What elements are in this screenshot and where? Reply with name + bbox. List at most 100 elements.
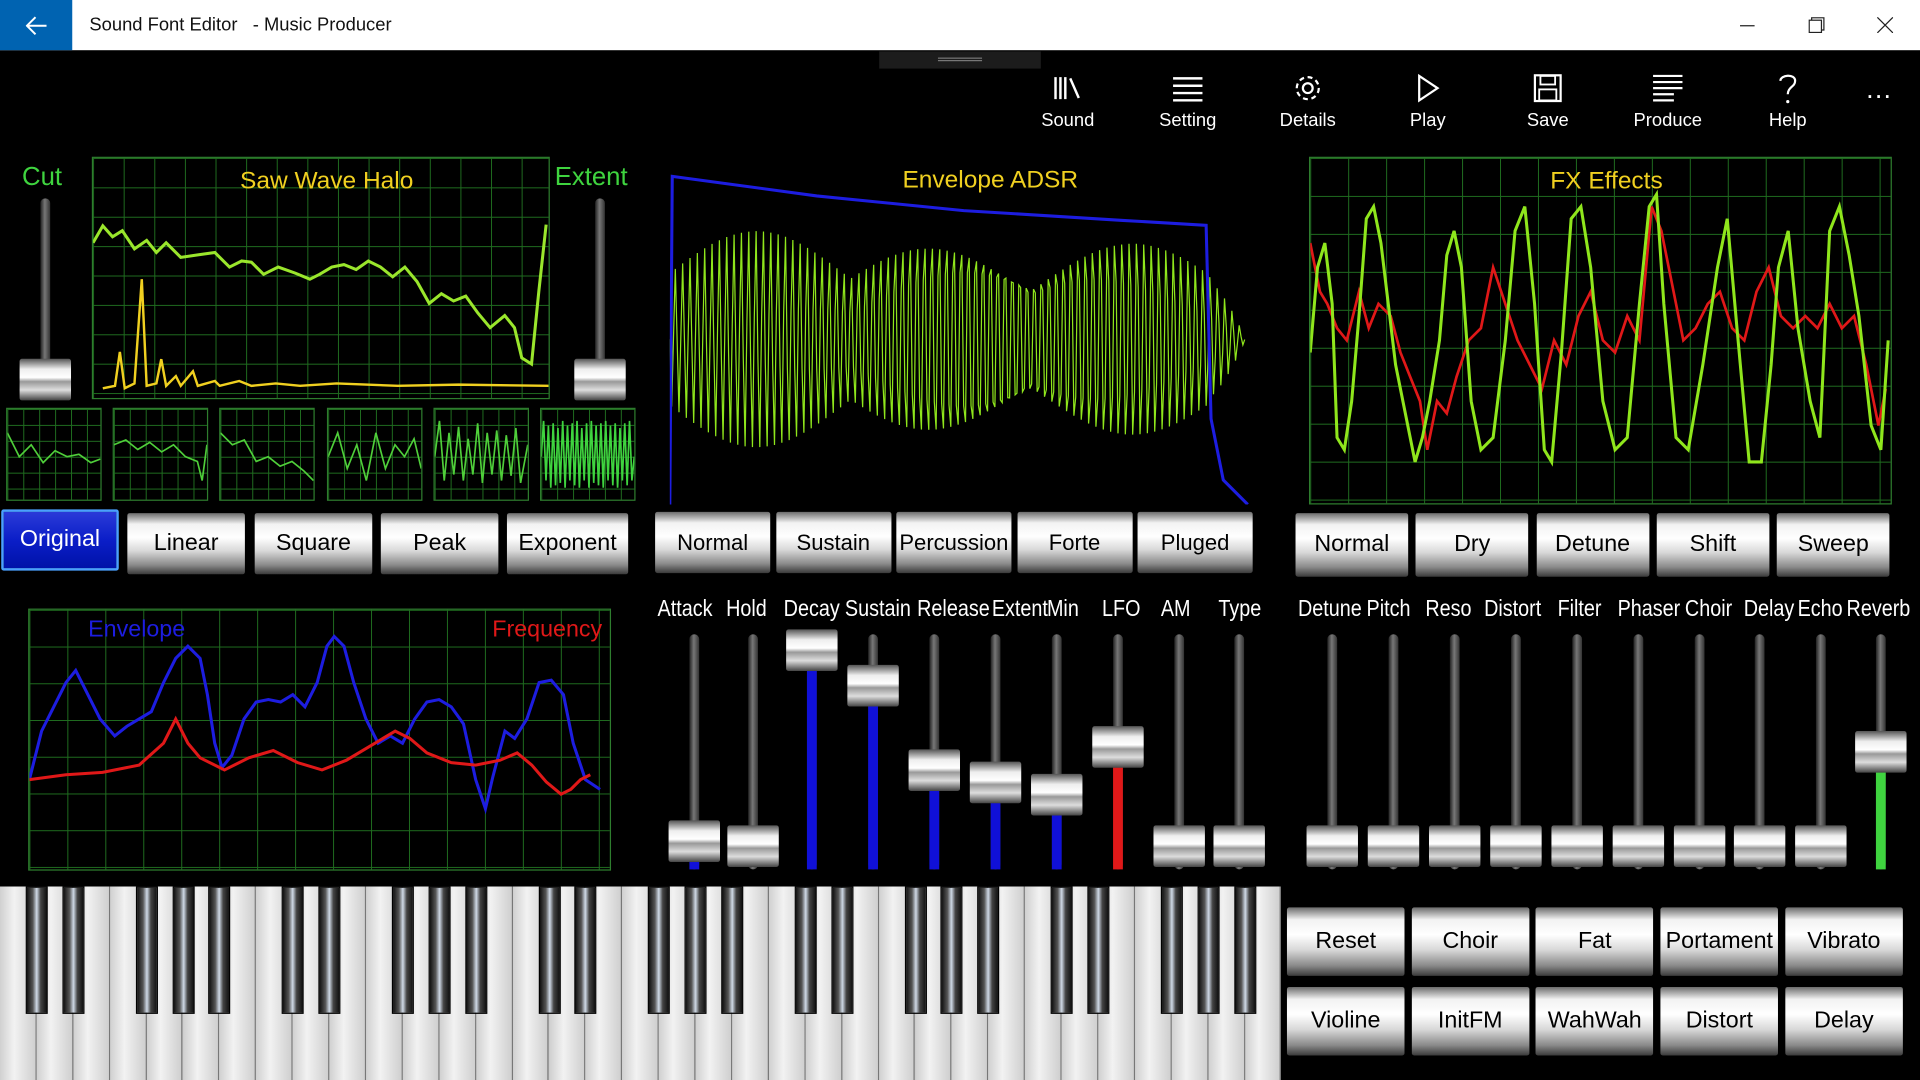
piano-black-key[interactable] — [318, 886, 341, 1014]
fx-slider-echo-thumb[interactable] — [1795, 825, 1847, 867]
piano-black-key[interactable] — [721, 886, 744, 1014]
preset-reset-button[interactable]: Reset — [1286, 907, 1405, 976]
wave-exponent-button[interactable]: Exponent — [506, 513, 629, 575]
piano-black-key[interactable] — [794, 886, 817, 1014]
adsr-slider-sustain-thumb[interactable] — [847, 665, 899, 707]
fx-slider-filter-thumb[interactable] — [1551, 825, 1603, 867]
more-options-button[interactable]: ... — [1866, 73, 1892, 105]
saw-wave-halo-title: Saw Wave Halo — [240, 167, 414, 195]
fx-mode-detune-button[interactable]: Detune — [1536, 513, 1649, 577]
wave-peak-button[interactable]: Peak — [380, 513, 499, 575]
toolbar-details-button[interactable]: Details — [1253, 69, 1363, 145]
adsr-mode-sustain-button[interactable]: Sustain — [775, 511, 891, 574]
envelope-adsr-scope: Envelope ADSR — [669, 167, 1253, 505]
extent-slider-thumb[interactable] — [574, 358, 626, 400]
fx-slider-choir-thumb[interactable] — [1673, 825, 1726, 867]
fx-slider-detune-thumb[interactable] — [1306, 825, 1358, 867]
waveform-thumbnail[interactable] — [219, 407, 316, 501]
toolbar-help-button[interactable]: Help — [1733, 69, 1843, 145]
restore-button[interactable] — [1782, 0, 1851, 50]
cut-slider-thumb[interactable] — [19, 358, 72, 400]
adsr-slider-extent-thumb[interactable] — [969, 761, 1022, 804]
arrow-left-icon — [25, 15, 46, 35]
piano-black-key[interactable] — [25, 886, 48, 1014]
fx-slider-pitch-thumb[interactable] — [1367, 825, 1420, 867]
piano-black-key[interactable] — [904, 886, 927, 1014]
piano-black-key[interactable] — [428, 886, 451, 1014]
piano-black-key[interactable] — [831, 886, 854, 1014]
piano-black-key[interactable] — [1233, 886, 1256, 1014]
toolbar-sound-button[interactable]: Sound — [1013, 69, 1123, 145]
preset-wahwah-button[interactable]: WahWah — [1536, 986, 1654, 1056]
piano-black-key[interactable] — [62, 886, 85, 1014]
preset-portament-button[interactable]: Portament — [1660, 907, 1779, 976]
close-button[interactable] — [1850, 0, 1919, 50]
preset-distort-button[interactable]: Distort — [1660, 986, 1779, 1056]
waveform-thumbnail[interactable] — [433, 407, 529, 501]
fx-mode-sweep-button[interactable]: Sweep — [1776, 513, 1890, 577]
wave-linear-button[interactable]: Linear — [127, 513, 245, 575]
toolbar-setting-button[interactable]: Setting — [1133, 69, 1243, 145]
adsr-slider-label-hold: Hold — [726, 596, 767, 623]
toolbar-play-button[interactable]: Play — [1373, 69, 1483, 145]
preset-vibrato-button[interactable]: Vibrato — [1785, 907, 1903, 976]
adsr-mode-percussion-button[interactable]: Percussion — [896, 511, 1012, 574]
piano-black-key[interactable] — [464, 886, 487, 1014]
fx-slider-reverb-thumb[interactable] — [1855, 731, 1907, 773]
piano-black-key[interactable] — [1197, 886, 1220, 1014]
adsr-mode-pluged-button[interactable]: Pluged — [1137, 511, 1253, 574]
piano-black-key[interactable] — [1087, 886, 1110, 1014]
preset-violine-button[interactable]: Violine — [1286, 986, 1405, 1056]
adsr-slider-min-thumb[interactable] — [1031, 773, 1083, 815]
piano-black-key[interactable] — [684, 886, 707, 1014]
drag-handle[interactable] — [879, 51, 1041, 69]
piano-black-key[interactable] — [977, 886, 1000, 1014]
toolbar-save-button[interactable]: Save — [1493, 69, 1603, 145]
preset-delay-button[interactable]: Delay — [1785, 986, 1903, 1056]
wave-original-button[interactable]: Original — [1, 509, 119, 571]
adsr-slider-am-thumb[interactable] — [1153, 825, 1205, 867]
piano-keyboard[interactable] — [0, 886, 1282, 1080]
adsr-slider-decay-thumb[interactable] — [786, 629, 838, 672]
waveform-thumbnail[interactable] — [112, 407, 209, 501]
fx-slider-distort-thumb[interactable] — [1490, 825, 1542, 867]
piano-black-key[interactable] — [208, 886, 231, 1014]
adsr-mode-forte-button[interactable]: Forte — [1016, 511, 1133, 574]
piano-black-key[interactable] — [281, 886, 304, 1014]
piano-black-key[interactable] — [1160, 886, 1183, 1014]
waveform-thumbnail[interactable] — [6, 407, 102, 501]
piano-black-key[interactable] — [940, 886, 963, 1014]
piano-black-key[interactable] — [1050, 886, 1073, 1014]
toolbar-produce-button[interactable]: Produce — [1613, 69, 1723, 145]
adsr-slider-label-extent: Extent — [991, 596, 1048, 623]
piano-black-key[interactable] — [574, 886, 597, 1014]
preset-initfm-button[interactable]: InitFM — [1411, 986, 1530, 1056]
wave-square-button[interactable]: Square — [254, 513, 373, 575]
fx-mode-dry-button[interactable]: Dry — [1415, 513, 1529, 577]
fx-slider-reso-thumb[interactable] — [1428, 825, 1481, 867]
piano-black-key[interactable] — [647, 886, 671, 1014]
fx-slider-phaser-thumb[interactable] — [1612, 825, 1665, 867]
piano-black-key[interactable] — [538, 886, 561, 1014]
piano-black-key[interactable] — [135, 886, 158, 1014]
adsr-slider-lfo-thumb[interactable] — [1092, 726, 1144, 768]
back-button[interactable] — [0, 0, 73, 51]
minimize-button[interactable] — [1713, 0, 1782, 50]
adsr-slider-hold-thumb[interactable] — [727, 825, 779, 867]
waveform-thumbnail[interactable] — [326, 407, 422, 501]
preset-fat-button[interactable]: Fat — [1536, 907, 1654, 976]
adsr-slider-type-thumb[interactable] — [1213, 825, 1265, 867]
list-icon — [1173, 77, 1203, 102]
adsr-slider-attack-thumb[interactable] — [668, 820, 721, 862]
fx-slider-delay-thumb[interactable] — [1733, 825, 1786, 867]
piano-black-key[interactable] — [172, 886, 195, 1014]
fx-mode-shift-button[interactable]: Shift — [1656, 513, 1770, 577]
adsr-slider-release-thumb[interactable] — [908, 749, 961, 792]
preset-choir-button[interactable]: Choir — [1411, 907, 1530, 976]
toolbar-save-label: Save — [1526, 110, 1569, 132]
fx-mode-normal-button[interactable]: Normal — [1295, 513, 1409, 577]
piano-black-key[interactable] — [391, 886, 414, 1014]
window-title: Sound Font Editor - Music Producer — [89, 14, 392, 36]
waveform-thumbnail[interactable] — [540, 407, 636, 501]
adsr-mode-normal-button[interactable]: Normal — [655, 511, 771, 574]
